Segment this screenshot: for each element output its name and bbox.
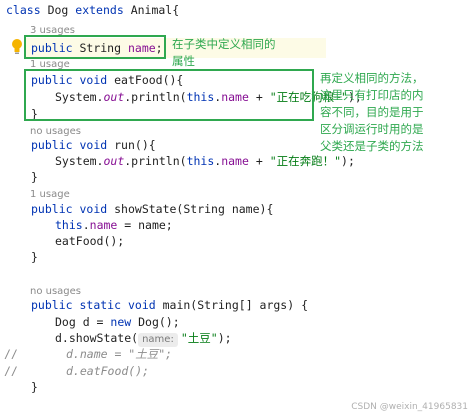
code-line-close-brace[interactable]: } xyxy=(31,379,38,396)
code-line-commented[interactable]: d.eatFood(); xyxy=(66,363,149,380)
method-highlight-box xyxy=(24,69,314,121)
parameter-name-hint: name: xyxy=(138,333,178,347)
code-line-main-decl[interactable]: public static void main(String[] args) { xyxy=(31,297,308,314)
code-line-showstate-decl[interactable]: public void showState(String name){ xyxy=(31,201,273,218)
field-highlight-box xyxy=(24,35,166,59)
comment-gutter-marker: // xyxy=(4,347,18,361)
code-line-new-dog[interactable]: Dog d = new Dog(); xyxy=(55,314,180,331)
code-line-run-decl[interactable]: public void run(){ xyxy=(31,137,156,154)
watermark: CSDN @weixin_41965831 xyxy=(351,402,468,412)
field-annotation: 在子类中定义相同的 属性 xyxy=(172,37,276,68)
method-annotation: 再定义相同的方法， 这里只有打印店的内 容不同，目的是用于 区分调运行时用的是 … xyxy=(320,71,424,153)
comment-gutter-marker: // xyxy=(4,364,18,378)
code-line-commented[interactable]: d.name = "土豆"; xyxy=(66,346,172,363)
code-line-class-decl[interactable]: class Dog extends Animal{ xyxy=(6,2,179,19)
code-line-assign-name[interactable]: this.name = name; xyxy=(55,217,173,234)
code-line-showstate-call[interactable]: d.showState(name: "土豆"); xyxy=(55,330,232,347)
lightbulb-icon[interactable] xyxy=(10,38,24,56)
code-line-close-brace[interactable]: } xyxy=(31,249,38,266)
code-line-call-eatfood[interactable]: eatFood(); xyxy=(55,233,124,250)
code-line-close-brace[interactable]: } xyxy=(31,169,38,186)
code-line-run-body[interactable]: System.out.println(this.name + "正在奔跑！"); xyxy=(55,153,355,170)
